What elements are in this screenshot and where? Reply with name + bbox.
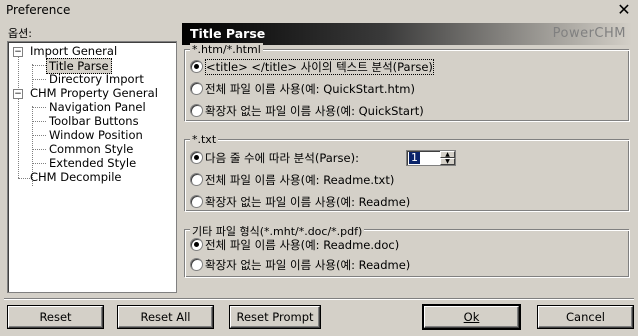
panel-title: Title Parse — [190, 26, 266, 41]
options-label: 옵션: — [8, 27, 32, 40]
tree-item-extended-style[interactable]: Extended Style — [49, 156, 136, 170]
reset-button[interactable]: Reset — [7, 305, 104, 329]
radio-no-ext-other[interactable]: 확장자 없는 파일 이름 사용(예: Readme) — [190, 257, 410, 273]
tree-item-toolbar-buttons[interactable]: Toolbar Buttons — [49, 114, 139, 128]
radio-full-filename-other[interactable]: 전체 파일 이름 사용(예: Readme.doc) — [190, 237, 399, 253]
radio-no-ext-htm[interactable]: 확장자 없는 파일 이름 사용(예: QuickStart) — [190, 103, 424, 119]
tree-item-navigation-panel[interactable]: Navigation Panel — [49, 100, 146, 114]
line-count-spinner[interactable]: 1 ▲ ▼ — [406, 150, 456, 166]
radio-checked-icon[interactable] — [190, 238, 203, 251]
spin-up-icon[interactable]: ▲ — [440, 151, 455, 158]
radio-icon[interactable] — [190, 173, 203, 186]
group-txt: *.txt 다음 줄 수에 따라 분석(Parse): 1 ▲ ▼ 전체 파일 … — [185, 133, 630, 212]
reset-prompt-button[interactable]: Reset Prompt — [229, 305, 321, 329]
cancel-button[interactable]: Cancel — [537, 305, 634, 329]
brand-label: PowerCHM — [552, 26, 626, 41]
radio-checked-icon[interactable] — [190, 151, 203, 164]
tree-item-window-position[interactable]: Window Position — [49, 128, 143, 142]
window-title: Preference — [6, 3, 71, 17]
reset-all-button[interactable]: Reset All — [117, 305, 214, 329]
line-count-value[interactable]: 1 — [409, 152, 420, 164]
radio-checked-icon[interactable] — [190, 60, 203, 73]
group-htm: *.htm/*.html <title> </title> 사이의 텍스트 분석… — [185, 43, 630, 122]
button-separator — [4, 298, 634, 300]
ok-button[interactable]: Ok — [422, 304, 521, 330]
tree-item-directory-import[interactable]: Directory Import — [49, 72, 144, 86]
tree-item-chm-decompile[interactable]: CHM Decompile — [30, 170, 122, 184]
radio-full-filename-htm[interactable]: 전체 파일 이름 사용(예: QuickStart.htm) — [190, 81, 415, 97]
radio-icon[interactable] — [190, 104, 203, 117]
tree-item-common-style[interactable]: Common Style — [49, 142, 133, 156]
radio-parse-lines[interactable]: 다음 줄 수에 따라 분석(Parse): — [190, 150, 359, 166]
close-icon[interactable]: ✕ — [616, 2, 632, 18]
tree-item-chm-property-general[interactable]: CHM Property General — [30, 86, 158, 100]
group-title-txt: *.txt — [190, 133, 219, 146]
tree-item-import-general[interactable]: Import General — [30, 44, 117, 58]
radio-title-tag-parse[interactable]: <title> </title> 사이의 텍스트 분석(Parse) — [190, 59, 434, 75]
title-bar: Preference ✕ — [0, 0, 638, 20]
collapse-icon[interactable]: − — [13, 47, 23, 57]
radio-icon[interactable] — [190, 195, 203, 208]
radio-full-filename-txt[interactable]: 전체 파일 이름 사용(예: Readme.txt) — [190, 172, 394, 188]
radio-icon[interactable] — [190, 82, 203, 95]
category-tree[interactable]: − Import General Title Parse Directory I… — [7, 41, 177, 293]
collapse-icon[interactable]: − — [13, 89, 23, 99]
spin-down-icon[interactable]: ▼ — [440, 158, 455, 165]
radio-no-ext-txt[interactable]: 확장자 없는 파일 이름 사용(예: Readme) — [190, 194, 410, 210]
panel-header: Title Parse PowerCHM — [182, 23, 632, 45]
radio-icon[interactable] — [190, 258, 203, 271]
group-title-htm: *.htm/*.html — [190, 43, 263, 56]
group-other: 기타 파일 형식(*.mht/*.doc/*.pdf) 전체 파일 이름 사용(… — [185, 223, 630, 278]
